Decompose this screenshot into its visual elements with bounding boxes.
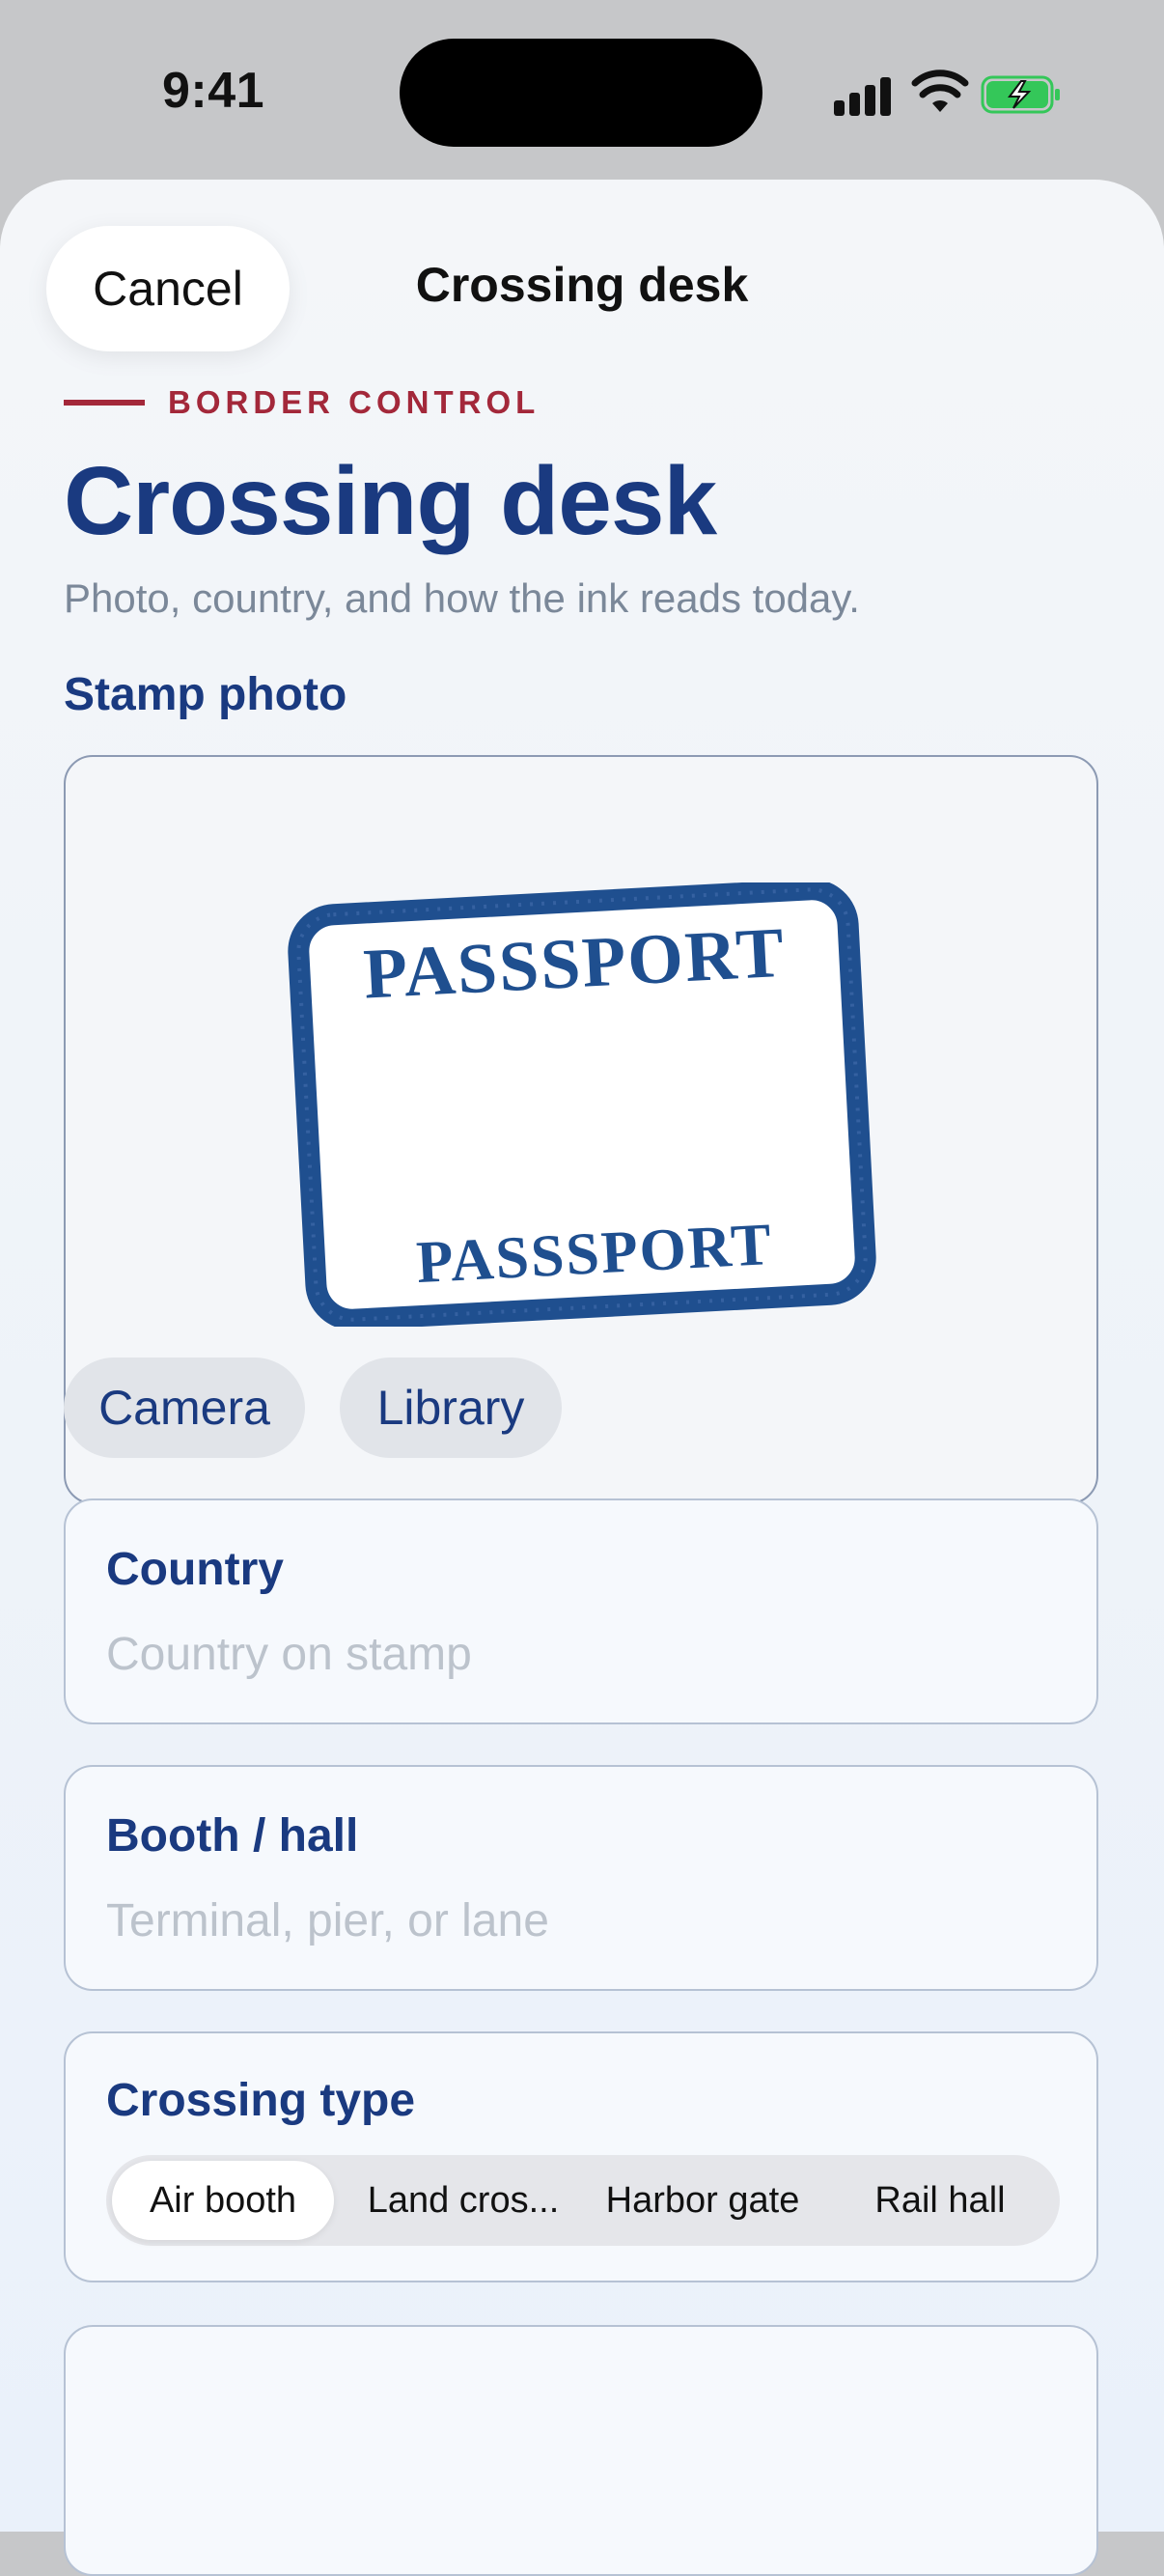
country-input[interactable]: Country on stamp [106,1628,472,1681]
crossing-type-label: Crossing type [106,2075,416,2126]
segment-harbor-gate[interactable]: Harbor gate [587,2161,818,2240]
wifi-icon [911,70,969,112]
passport-stamp-image: PASSSPORT PASSSPORT [288,882,876,1327]
library-button[interactable]: Library [340,1358,562,1458]
signal-icon [834,75,892,116]
booth-label: Booth / hall [106,1810,359,1862]
next-field-card [64,2325,1098,2576]
booth-input[interactable]: Terminal, pier, or lane [106,1894,549,1947]
stamp-photo-label: Stamp photo [64,669,347,720]
page-title: Crossing desk [64,447,717,555]
crossing-type-segmented-control[interactable]: Air booth Land cros... Harbor gate Rail … [106,2155,1060,2246]
country-field[interactable]: Country Country on stamp [64,1498,1098,1724]
booth-field[interactable]: Booth / hall Terminal, pier, or lane [64,1765,1098,1991]
status-time: 9:41 [162,63,265,119]
eyebrow-label: BORDER CONTROL [168,384,540,420]
battery-charging-icon [981,75,1060,114]
camera-button[interactable]: Camera [64,1358,305,1458]
page-subtitle: Photo, country, and how the ink reads to… [64,575,860,621]
segment-air-booth[interactable]: Air booth [112,2161,334,2240]
dynamic-island [400,39,762,147]
segment-land-crossing[interactable]: Land cros... [347,2161,579,2240]
nav-title: Crossing desk [415,258,749,312]
segment-rail-hall[interactable]: Rail hall [826,2161,1054,2240]
eyebrow-divider [64,400,145,406]
crossing-type-card: Crossing type Air booth Land cros... Har… [64,2031,1098,2282]
country-label: Country [106,1544,284,1595]
